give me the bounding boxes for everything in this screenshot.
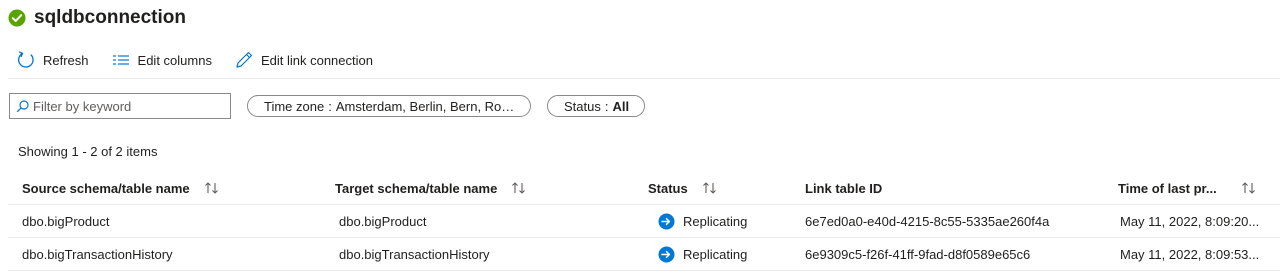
cell-status: Replicating xyxy=(634,204,791,238)
status-text: Replicating xyxy=(683,213,748,229)
search-input[interactable] xyxy=(33,98,219,114)
replicating-icon xyxy=(658,213,675,229)
column-header-target[interactable]: Target schema/table name xyxy=(321,172,634,205)
status-text: Replicating xyxy=(683,246,748,262)
cell-source: dbo.bigProduct xyxy=(8,204,321,238)
replicating-icon xyxy=(658,246,675,262)
column-header-last-processed-label: Time of last pr... xyxy=(1118,180,1217,196)
edit-link-connection-button[interactable]: Edit link connection xyxy=(234,50,373,70)
page-header: sqldbconnection xyxy=(8,6,186,30)
column-header-source[interactable]: Source schema/table name xyxy=(8,172,321,205)
column-header-last-processed[interactable]: Time of last pr... xyxy=(1104,172,1280,205)
cell-source: dbo.bigTransactionHistory xyxy=(8,237,321,271)
cell-last-processed: May 11, 2022, 8:09:20... xyxy=(1104,204,1280,238)
status-filter-separator: : xyxy=(604,98,609,114)
timezone-filter-pill[interactable]: Time zone : Amsterdam, Berlin, Bern, Rom… xyxy=(247,95,531,117)
table-header-row: Source schema/table name Target schema/t… xyxy=(8,172,1280,205)
pencil-icon xyxy=(236,51,253,68)
success-check-icon xyxy=(8,9,26,27)
cell-status: Replicating xyxy=(634,237,791,271)
status-filter-label: Status xyxy=(564,98,601,114)
search-box[interactable] xyxy=(9,93,231,119)
timezone-filter-label: Time zone xyxy=(264,98,325,114)
toolbar-divider xyxy=(8,78,1280,79)
status-filter-pill[interactable]: Status : All xyxy=(547,95,645,117)
column-header-link-id[interactable]: Link table ID xyxy=(791,172,1104,205)
cell-link-id: 6e7ed0a0-e40d-4215-8c55-5335ae260f4a xyxy=(791,204,1104,238)
command-bar: Refresh Edit columns Edit link connectio… xyxy=(16,44,395,76)
refresh-label: Refresh xyxy=(43,52,89,68)
sort-icon[interactable] xyxy=(702,181,718,195)
items-count: Showing 1 - 2 of 2 items xyxy=(18,144,158,159)
link-tables-grid: Source schema/table name Target schema/t… xyxy=(8,172,1280,271)
refresh-icon xyxy=(18,51,34,68)
refresh-button[interactable]: Refresh xyxy=(16,50,89,70)
column-header-link-id-label: Link table ID xyxy=(805,180,883,196)
cell-last-processed: May 11, 2022, 8:09:53... xyxy=(1104,237,1280,271)
timezone-filter-separator: : xyxy=(328,98,332,114)
page-title: sqldbconnection xyxy=(34,7,186,28)
status-filter-value: All xyxy=(612,98,630,114)
column-header-status[interactable]: Status xyxy=(634,172,791,205)
timezone-filter-value: Amsterdam, Berlin, Bern, Rome, St... xyxy=(335,98,516,114)
sort-icon[interactable] xyxy=(511,181,527,195)
column-header-source-label: Source schema/table name xyxy=(22,180,190,196)
cell-target: dbo.bigTransactionHistory xyxy=(321,237,634,271)
edit-columns-button[interactable]: Edit columns xyxy=(111,52,212,68)
table-row[interactable]: dbo.bigTransactionHistory dbo.bigTransac… xyxy=(8,237,1280,271)
sort-icon[interactable] xyxy=(1241,181,1257,195)
filter-bar: Time zone : Amsterdam, Berlin, Bern, Rom… xyxy=(9,93,645,119)
cell-target: dbo.bigProduct xyxy=(321,204,634,238)
column-header-status-label: Status xyxy=(648,180,688,196)
columns-list-icon xyxy=(112,55,129,65)
edit-columns-label: Edit columns xyxy=(137,52,212,68)
search-icon xyxy=(16,99,29,112)
column-header-target-label: Target schema/table name xyxy=(335,180,498,196)
sort-icon[interactable] xyxy=(204,181,220,195)
table-row[interactable]: dbo.bigProduct dbo.bigProduct Replicatin… xyxy=(8,204,1280,238)
edit-link-connection-label: Edit link connection xyxy=(260,52,373,68)
cell-link-id: 6e9309c5-f26f-41ff-9fad-d8f0589e65c6 xyxy=(791,237,1104,271)
